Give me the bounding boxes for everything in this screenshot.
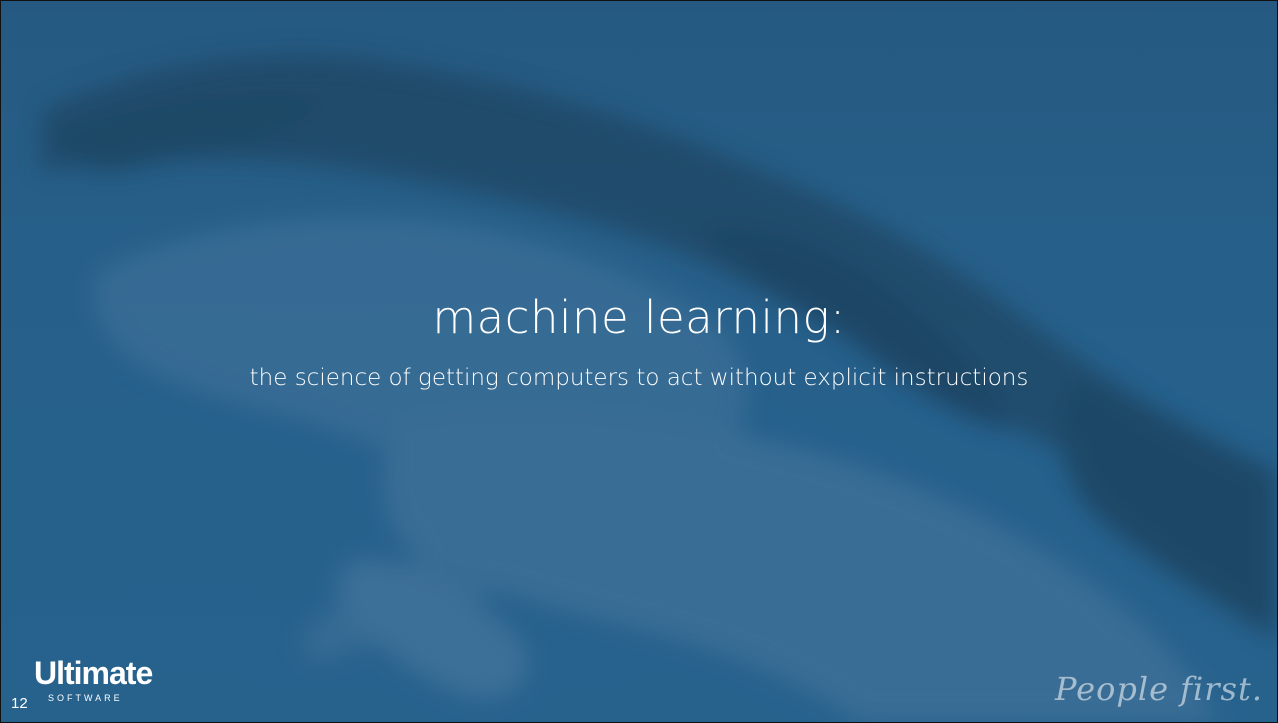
- slide: machine learning: the science of getting…: [0, 0, 1278, 723]
- company-logo: Ultimate SOFTWARE: [34, 655, 153, 703]
- logo-subtext: SOFTWARE: [48, 693, 123, 703]
- logo-wordmark: Ultimate: [34, 655, 153, 691]
- background-hands-image: [1, 1, 1277, 722]
- slide-subtitle: the science of getting computers to act …: [249, 365, 1029, 391]
- slide-title: machine learning:: [432, 291, 846, 344]
- slide-number: 12: [11, 695, 28, 712]
- tagline: People first.: [1055, 670, 1263, 708]
